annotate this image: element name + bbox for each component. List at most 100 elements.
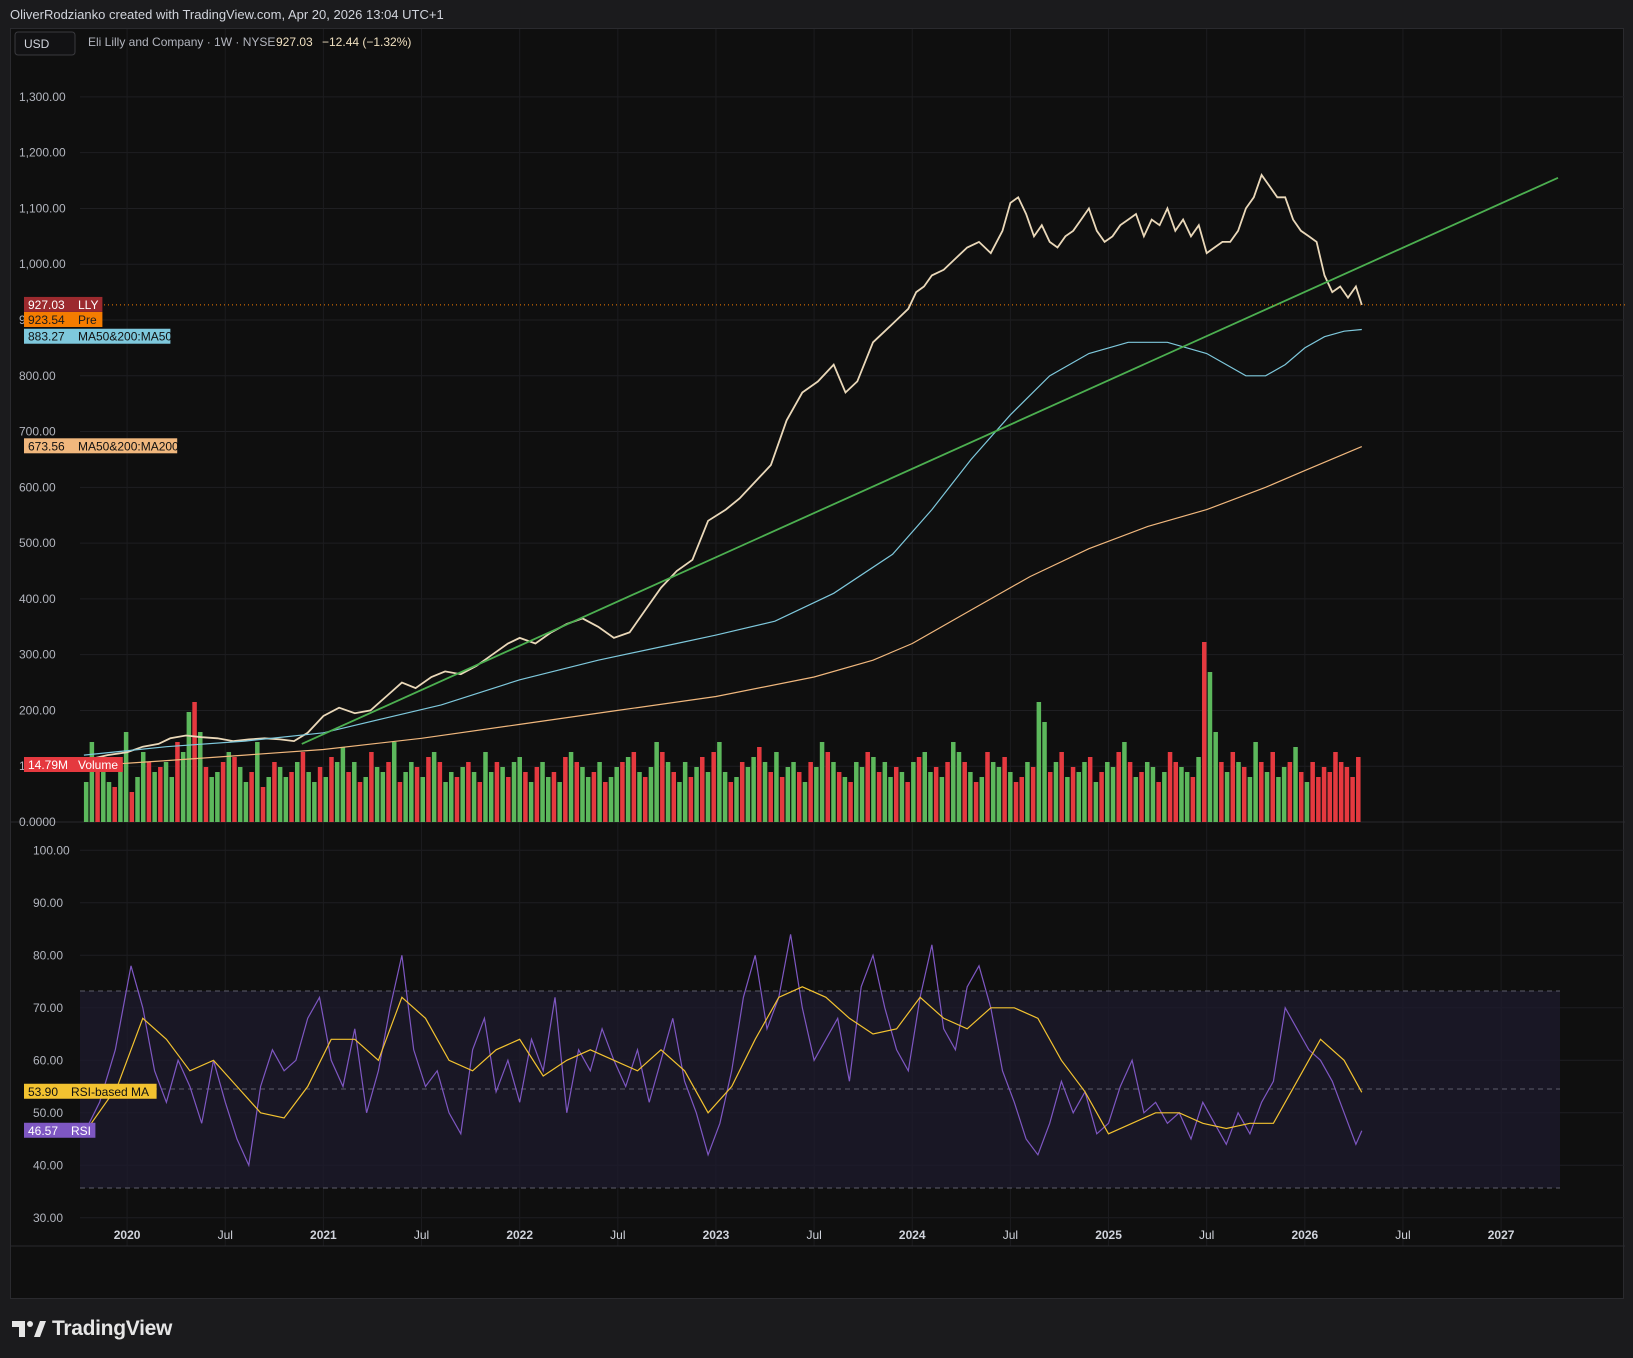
volume-bar	[129, 792, 135, 822]
volume-bar	[1047, 772, 1053, 822]
volume-bar	[426, 757, 431, 822]
attribution-text: OliverRodzianko created with TradingView…	[10, 7, 444, 22]
price-change-value: −12.44 (−1.32%)	[322, 35, 411, 49]
volume-bar	[574, 762, 580, 822]
volume-bar	[391, 742, 397, 822]
volume-bar	[1122, 742, 1127, 822]
volume-bar	[289, 772, 294, 822]
chart-frame: 0.0000 100.00 200.00 300.00 400.00 500.00 600.…	[10, 28, 1625, 1300]
price-scale-label: 923.54 Pre	[24, 312, 103, 327]
price-tick-label: 1,300.00	[19, 90, 66, 104]
volume-bar	[203, 767, 209, 822]
volume-bar	[956, 752, 962, 822]
volume-bar	[779, 777, 785, 822]
volume-bar	[460, 767, 465, 822]
volume-bar	[1247, 777, 1253, 822]
volume-bar	[1310, 762, 1315, 822]
volume-bar	[1144, 762, 1150, 822]
volume-bar	[1270, 752, 1275, 822]
time-tick-label: 2021	[310, 1228, 337, 1242]
volume-bar	[802, 782, 808, 822]
time-tick-label: 2025	[1095, 1228, 1122, 1242]
rsi-tick-label: 90.00	[33, 896, 63, 910]
volume-bar	[922, 752, 928, 822]
volume-bar	[437, 762, 443, 822]
volume-bar	[471, 772, 477, 822]
volume-bar	[1316, 777, 1321, 822]
volume-bar	[1076, 772, 1082, 822]
volume-bar	[711, 752, 716, 822]
volume-bar	[449, 772, 454, 822]
label-text: LLY	[78, 298, 98, 312]
volume-bar	[1304, 782, 1310, 822]
volume-bar	[739, 762, 745, 822]
volume-bar	[996, 767, 1002, 822]
volume-bar	[637, 772, 642, 822]
volume-bar	[551, 772, 557, 822]
volume-bar	[180, 752, 186, 822]
volume-bar	[928, 772, 933, 822]
volume-bar	[893, 767, 899, 822]
volume-bar	[1065, 777, 1070, 822]
currency-label: USD	[24, 37, 50, 51]
volume-bar	[1042, 722, 1047, 822]
tradingview-logo-icon	[12, 1321, 46, 1337]
time-tick-label: 2026	[1291, 1228, 1318, 1242]
volume-bar	[876, 772, 882, 822]
volume-bar	[1179, 767, 1184, 822]
time-tick-label: Jul	[610, 1228, 625, 1242]
volume-bar	[1207, 672, 1213, 822]
volume-bar	[431, 752, 437, 822]
time-tick-label: 2023	[703, 1228, 730, 1242]
chart-svg[interactable]: 0.0000 100.00 200.00 300.00 400.00 500.00 600.…	[11, 29, 1625, 1300]
volume-bar	[1110, 767, 1116, 822]
volume-bar	[1105, 762, 1110, 822]
volume-bar	[523, 772, 528, 822]
volume-bar	[871, 757, 876, 822]
volume-bar	[1281, 767, 1287, 822]
volume-bar	[968, 772, 973, 822]
volume-bar	[534, 767, 540, 822]
tradingview-brand[interactable]: TradingView	[12, 1317, 172, 1341]
volume-bar	[1213, 732, 1218, 822]
volume-bar	[1099, 772, 1104, 822]
volume-bar	[631, 752, 637, 822]
volume-bar	[1202, 642, 1207, 822]
volume-bar	[409, 762, 414, 822]
volume-bar	[329, 757, 334, 822]
volume-bar	[905, 782, 910, 822]
volume-bar	[899, 772, 905, 822]
rsi-tick-label: 40.00	[33, 1158, 63, 1172]
volume-bar	[494, 762, 500, 822]
volume-bar	[808, 762, 813, 822]
time-tick-label: 2024	[899, 1228, 926, 1242]
volume-bar	[243, 782, 249, 822]
volume-bar	[1259, 762, 1264, 822]
volume-bar	[163, 762, 169, 822]
price-tick-label: 700.00	[19, 425, 56, 439]
volume-bar	[1116, 752, 1121, 822]
volume-bar	[420, 777, 426, 822]
volume-bar	[774, 752, 779, 822]
volume-bar	[962, 762, 967, 822]
volume-bar	[882, 762, 888, 822]
volume-bar	[745, 767, 751, 822]
volume-bar	[1059, 752, 1064, 822]
volume-bar	[859, 767, 865, 822]
volume-bar	[791, 762, 796, 822]
volume-bar	[334, 762, 340, 822]
volume-bar	[911, 762, 916, 822]
volume-bar	[414, 767, 420, 822]
rsi-tick-label: 50.00	[33, 1106, 63, 1120]
volume-bar	[1299, 772, 1304, 822]
label-value: 927.03	[28, 298, 65, 312]
volume-bar	[751, 757, 756, 822]
volume-bar	[260, 787, 266, 822]
volume-bar	[1236, 762, 1241, 822]
volume-bar	[762, 762, 768, 822]
volume-bar	[819, 742, 825, 822]
volume-bar	[916, 757, 922, 822]
volume-bar	[175, 742, 180, 822]
volume-bar	[654, 742, 659, 822]
price-tick-label: 600.00	[19, 480, 56, 494]
